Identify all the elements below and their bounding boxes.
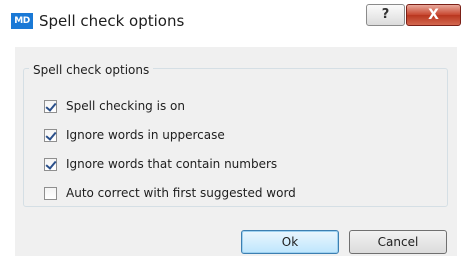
ignore-uppercase-label[interactable]: Ignore words in uppercase [66, 128, 225, 142]
groupbox-label: Spell check options [29, 63, 154, 77]
close-button[interactable]: X [406, 4, 461, 26]
help-button[interactable]: ? [366, 4, 405, 26]
option-ignore-numbers[interactable]: Ignore words that contain numbers [44, 156, 277, 172]
ok-button[interactable]: Ok [241, 230, 339, 254]
option-auto-correct[interactable]: Auto correct with first suggested word [44, 185, 296, 201]
spell-checking-checkbox[interactable] [44, 99, 57, 113]
auto-correct-checkbox[interactable] [44, 186, 57, 200]
ignore-numbers-checkbox[interactable] [44, 157, 57, 171]
option-ignore-uppercase[interactable]: Ignore words in uppercase [44, 127, 225, 143]
window-title: Spell check options [39, 12, 185, 30]
dialog-window: MD Spell check options ? X Spell check o… [2, 0, 465, 266]
cancel-button[interactable]: Cancel [349, 230, 447, 254]
ignore-numbers-label[interactable]: Ignore words that contain numbers [66, 157, 277, 171]
ignore-uppercase-checkbox[interactable] [44, 128, 57, 142]
option-spell-checking[interactable]: Spell checking is on [44, 98, 185, 114]
auto-correct-label[interactable]: Auto correct with first suggested word [66, 186, 296, 200]
spell-checking-label[interactable]: Spell checking is on [66, 99, 185, 113]
dialog-content: Spell check options Spell checking is on… [15, 47, 457, 256]
app-logo-icon: MD [11, 13, 33, 29]
title-bar[interactable]: MD Spell check options ? X [2, 0, 465, 44]
